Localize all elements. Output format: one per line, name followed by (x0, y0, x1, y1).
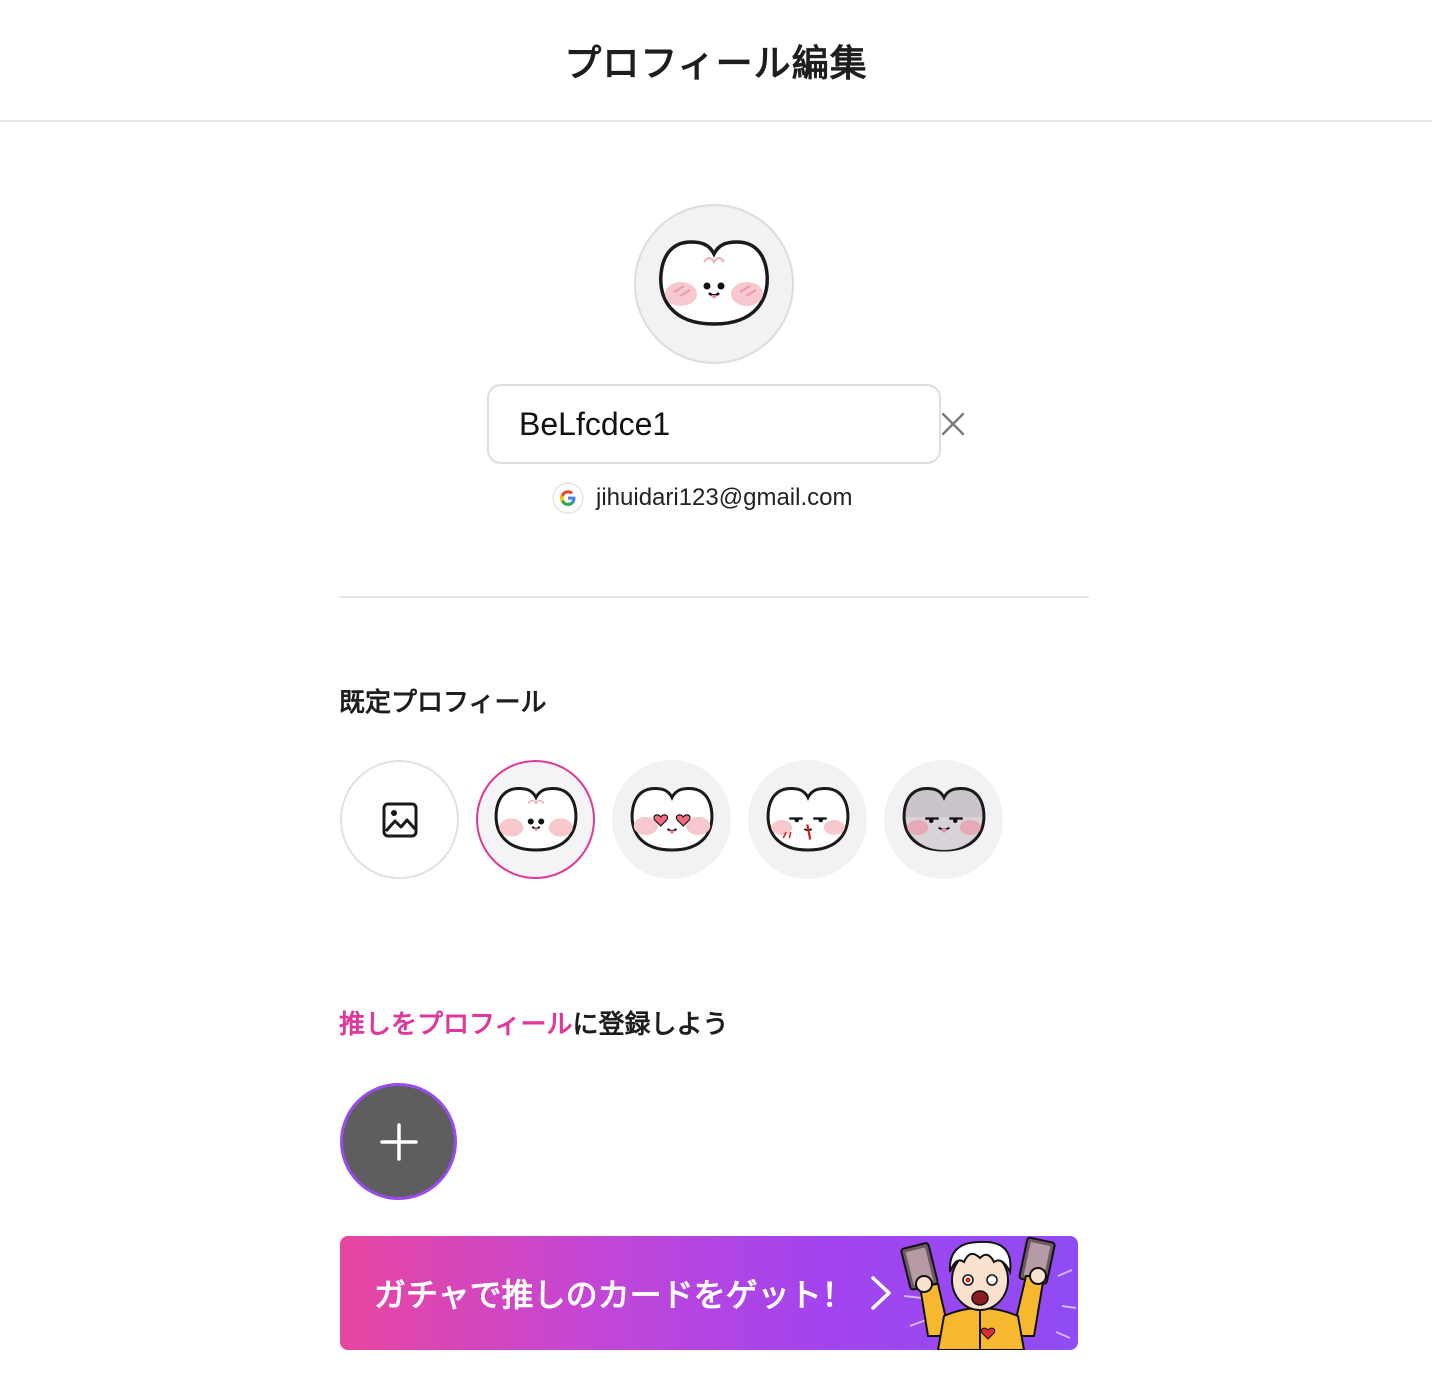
nickname-field[interactable] (487, 384, 965, 464)
clear-button[interactable] (941, 404, 965, 444)
preset-cat-heart-eyes[interactable] (612, 760, 731, 879)
gacha-banner[interactable]: ガチャで推しのカードをゲット！ (340, 1236, 1078, 1350)
preset-cat-happy[interactable] (476, 760, 595, 879)
upload-image-button[interactable] (340, 760, 459, 879)
account-email: jihuidari123@gmail.com (596, 484, 853, 511)
oshi-title-highlight: 推しをプロフィール (339, 1010, 573, 1040)
default-profile-list (340, 760, 1003, 879)
cat-face-happy-icon (494, 786, 577, 852)
default-profile-title: 既定プロフィール (339, 688, 547, 718)
section-divider (339, 596, 1089, 598)
google-icon (552, 482, 584, 514)
character-illustration (900, 1236, 1077, 1350)
oshi-title-rest: に登録しよう (572, 1010, 729, 1040)
cat-face-smug-icon (902, 786, 985, 852)
preset-cat-nosebleed[interactable] (748, 760, 867, 879)
oshi-section-title: 推しをプロフィールに登録しよう (339, 1004, 729, 1041)
account-row: jihuidari123@gmail.com (552, 480, 852, 516)
plus-icon (379, 1122, 418, 1161)
cat-face-nosebleed-icon (766, 786, 849, 852)
preset-cat-smug[interactable] (884, 760, 1003, 879)
profile-avatar[interactable] (634, 204, 794, 364)
image-upload-icon (382, 802, 417, 837)
gacha-banner-text: ガチャで推しのカードをゲット！ (374, 1276, 854, 1314)
close-icon (941, 412, 965, 436)
cat-face-icon (659, 240, 769, 326)
chevron-right-icon (870, 1276, 891, 1310)
header: プロフィール編集 (0, 0, 1432, 122)
page-title: プロフィール編集 (564, 42, 868, 85)
nickname-input[interactable] (517, 404, 941, 444)
add-oshi-button[interactable] (340, 1083, 457, 1200)
cat-face-heart-eyes-icon (630, 786, 713, 852)
gacha-banner-content: ガチャで推しのカードをゲット！ (374, 1236, 892, 1350)
